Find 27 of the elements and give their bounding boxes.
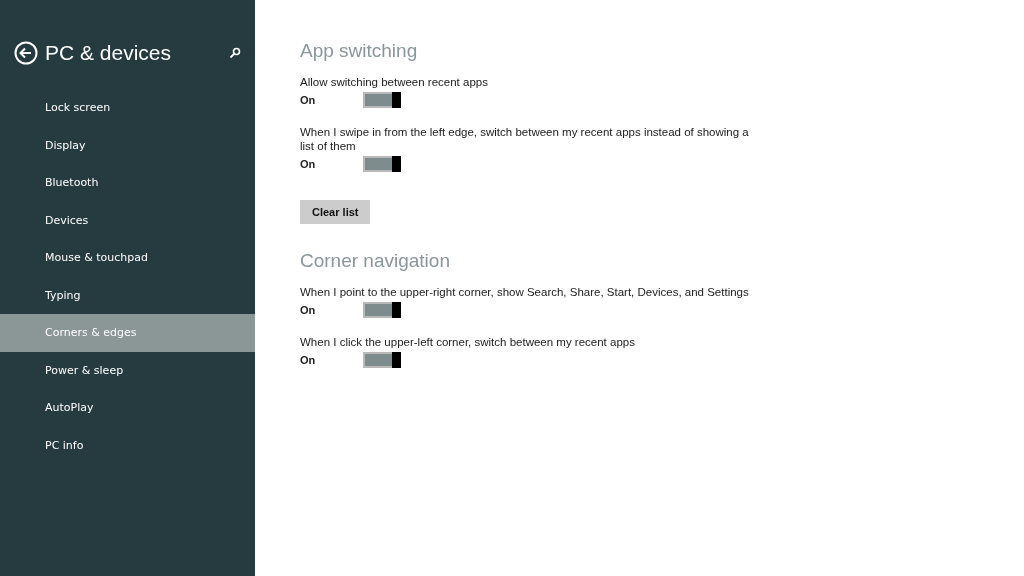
- toggle-state: On: [300, 354, 317, 366]
- sidebar-item[interactable]: Mouse & touchpad: [0, 239, 255, 277]
- sidebar-item[interactable]: AutoPlay: [0, 389, 255, 427]
- setting-label: Allow switching between recent apps: [300, 75, 489, 89]
- sidebar-item[interactable]: Display: [0, 126, 255, 164]
- setting-label: When I swipe in from the left edge, switch between my recent apps instead of showing a list of them: [300, 125, 750, 153]
- sidebar-item[interactable]: Typing: [0, 276, 255, 314]
- sidebar-item[interactable]: Devices: [0, 201, 255, 239]
- toggle-state: On: [300, 158, 317, 170]
- setting-label: When I point to the upper-right corner, show Search, Share, Start, Devices, and Settings: [300, 285, 750, 299]
- toggle-state: On: [300, 304, 317, 316]
- sidebar-item[interactable]: Power & sleep: [0, 351, 255, 389]
- toggle-switch[interactable]: [363, 156, 401, 172]
- section-heading: App switching: [300, 40, 419, 62]
- toggle-switch[interactable]: [363, 92, 401, 108]
- sidebar-item[interactable]: Lock screen: [0, 89, 255, 127]
- toggle-switch[interactable]: [363, 352, 401, 368]
- toggle-state: On: [300, 94, 317, 106]
- setting-label: When I click the upper-left corner, switch between my recent apps: [300, 335, 636, 349]
- clear-list-button[interactable]: Clear list: [300, 200, 371, 224]
- search-icon[interactable]: [229, 47, 241, 59]
- section-heading: Corner navigation: [300, 250, 451, 272]
- sidebar-item[interactable]: Bluetooth: [0, 164, 255, 202]
- page-title: PC & devices: [45, 41, 173, 65]
- sidebar-item[interactable]: PC info: [0, 426, 255, 464]
- back-icon[interactable]: [14, 41, 38, 65]
- toggle-switch[interactable]: [363, 302, 401, 318]
